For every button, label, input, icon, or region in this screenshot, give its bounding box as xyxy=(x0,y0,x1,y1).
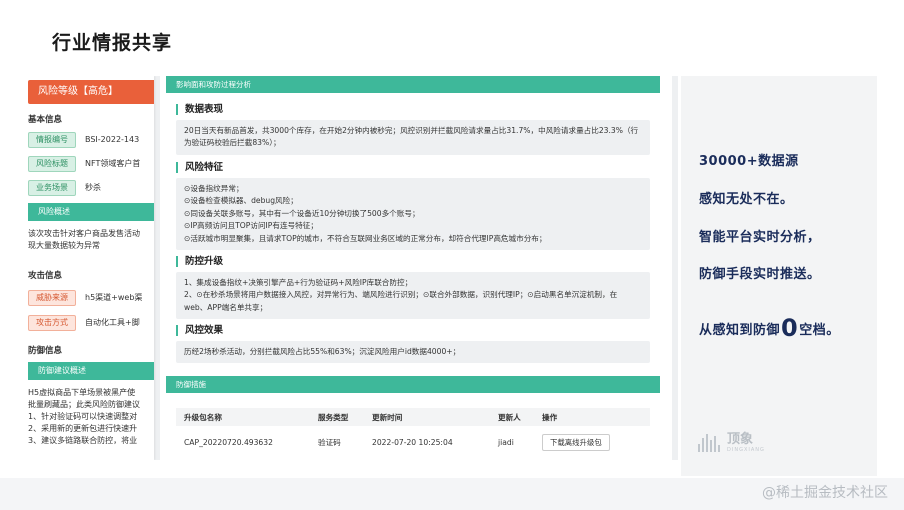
attack-method-value: 自动化工具+脚 xyxy=(85,318,140,327)
defense-info-label: 防御信息 xyxy=(28,346,63,356)
update-time-cell: 2022-07-20 10:25:04 xyxy=(372,437,453,447)
business-scene-value: 秒杀 xyxy=(85,183,101,192)
col-operation: 操作 xyxy=(542,412,558,422)
field-threat-source: 威胁来源 h5渠道+web渠 xyxy=(28,287,143,306)
col-service-type: 服务类型 xyxy=(318,412,349,422)
impact-analysis-header: 影响面和攻防过程分析 xyxy=(166,76,660,93)
slogan-line-1: 30000+数据源 xyxy=(699,154,799,169)
intel-id-value: BSI-2022-143 xyxy=(85,135,140,144)
slogan-line-5: 从感知到防御0空档。 xyxy=(699,314,840,342)
zero-gap-number: 0 xyxy=(781,314,799,342)
risk-overview-header: 风险概述 xyxy=(28,203,154,221)
effect-title: 风控效果 xyxy=(176,325,223,336)
effect-box: 历经2场秒杀活动，分别拦截风险占比55%和63%；沉淀风险用户id数据4000+… xyxy=(176,341,650,364)
business-scene-tag: 业务场景 xyxy=(28,179,76,196)
screenshot-area: 风险等级【高危】 基本信息 情报编号 BSI-2022-143 风险标题 NFT领域… xyxy=(16,76,678,460)
intel-id-tag: 情报编号 xyxy=(28,131,76,148)
defense-suggestion-header: 防御建议概述 xyxy=(28,362,154,380)
watermark: @稀土掘金技术社区 xyxy=(762,485,888,501)
field-risk-title: 风险标题 NFT领域客户首 xyxy=(28,153,141,172)
field-attack-method: 攻击方式 自动化工具+脚 xyxy=(28,312,140,331)
slogan-panel: 30000+数据源 感知无处不在。 智能平台实时分析， 防御手段实时推送。 从感… xyxy=(681,76,877,476)
risk-title-value: NFT领域客户首 xyxy=(85,159,141,168)
threat-source-value: h5渠道+web渠 xyxy=(85,293,143,302)
col-package-name: 升级包名称 xyxy=(184,412,222,422)
table-header: 升级包名称 服务类型 更新时间 更新人 操作 xyxy=(176,408,650,426)
data-performance-box: 20日当天有新品首发，共3000个库存，在开始2分钟内被秒完；风控识别并拦截风险… xyxy=(176,120,650,155)
risk-level-header: 风险等级【高危】 xyxy=(28,80,154,104)
attack-info-label: 攻击信息 xyxy=(28,271,63,281)
threat-source-tag: 威胁来源 xyxy=(28,289,76,306)
brand-subtitle: DINGXIANG xyxy=(727,447,765,453)
package-name-cell: CAP_20220720.493632 xyxy=(184,437,273,447)
upgrade-box: 1、集成设备指纹+决策引擎产品+行为验证码+风险IP库联合防控； 2、⊙在秒杀场… xyxy=(176,272,650,320)
basic-info-label: 基本信息 xyxy=(28,115,63,125)
brand-bars-icon xyxy=(697,432,723,454)
defense-measures-header: 防御措施 xyxy=(166,376,660,393)
field-intel-id: 情报编号 BSI-2022-143 xyxy=(28,129,140,148)
field-business-scene: 业务场景 秒杀 xyxy=(28,177,101,196)
defense-suggestion-text: H5虚拟商品下单场景被黑产使 批量刷藏品；此类风险防御建议 1、针对验证码可以快… xyxy=(28,388,140,445)
risk-detail-panel: 风险等级【高危】 基本信息 情报编号 BSI-2022-143 风险标题 NFT领域… xyxy=(16,76,154,460)
risk-title-tag: 风险标题 xyxy=(28,155,76,172)
table-row: CAP_20220720.493632 验证码 2022-07-20 10:25… xyxy=(176,431,650,453)
upgrade-title: 防控升级 xyxy=(176,256,223,267)
updater-cell: jiadi xyxy=(498,437,514,447)
brand-name: 顶象 xyxy=(727,432,754,447)
risk-overview-text: 该次攻击针对客户商品发售活动 现大量数据较为异常 xyxy=(28,229,140,250)
slide-title: 行业情报共享 xyxy=(52,32,173,54)
dingxiang-logo: 顶象 DINGXIANG xyxy=(697,432,765,454)
slogan-line-4: 防御手段实时推送。 xyxy=(699,267,821,282)
attack-method-tag: 攻击方式 xyxy=(28,314,76,331)
analysis-panel: 影响面和攻防过程分析 数据表现 20日当天有新品首发，共3000个库存，在开始2… xyxy=(160,76,672,460)
operation-cell: 下载离线升级包 xyxy=(542,431,610,453)
service-type-cell: 验证码 xyxy=(318,437,341,447)
download-offline-package-button[interactable]: 下载离线升级包 xyxy=(542,433,610,451)
col-updater: 更新人 xyxy=(498,412,521,422)
col-update-time: 更新时间 xyxy=(372,412,403,422)
slogan-line-2: 感知无处不在。 xyxy=(699,192,794,207)
risk-feature-box: ⊙设备指纹异常； ⊙设备检查模拟器、debug风险； ⊙同设备关联多账号，其中有… xyxy=(176,178,650,251)
risk-feature-title: 风险特征 xyxy=(176,162,223,173)
slogan-line-3: 智能平台实时分析， xyxy=(699,230,821,245)
data-performance-title: 数据表现 xyxy=(176,104,223,115)
